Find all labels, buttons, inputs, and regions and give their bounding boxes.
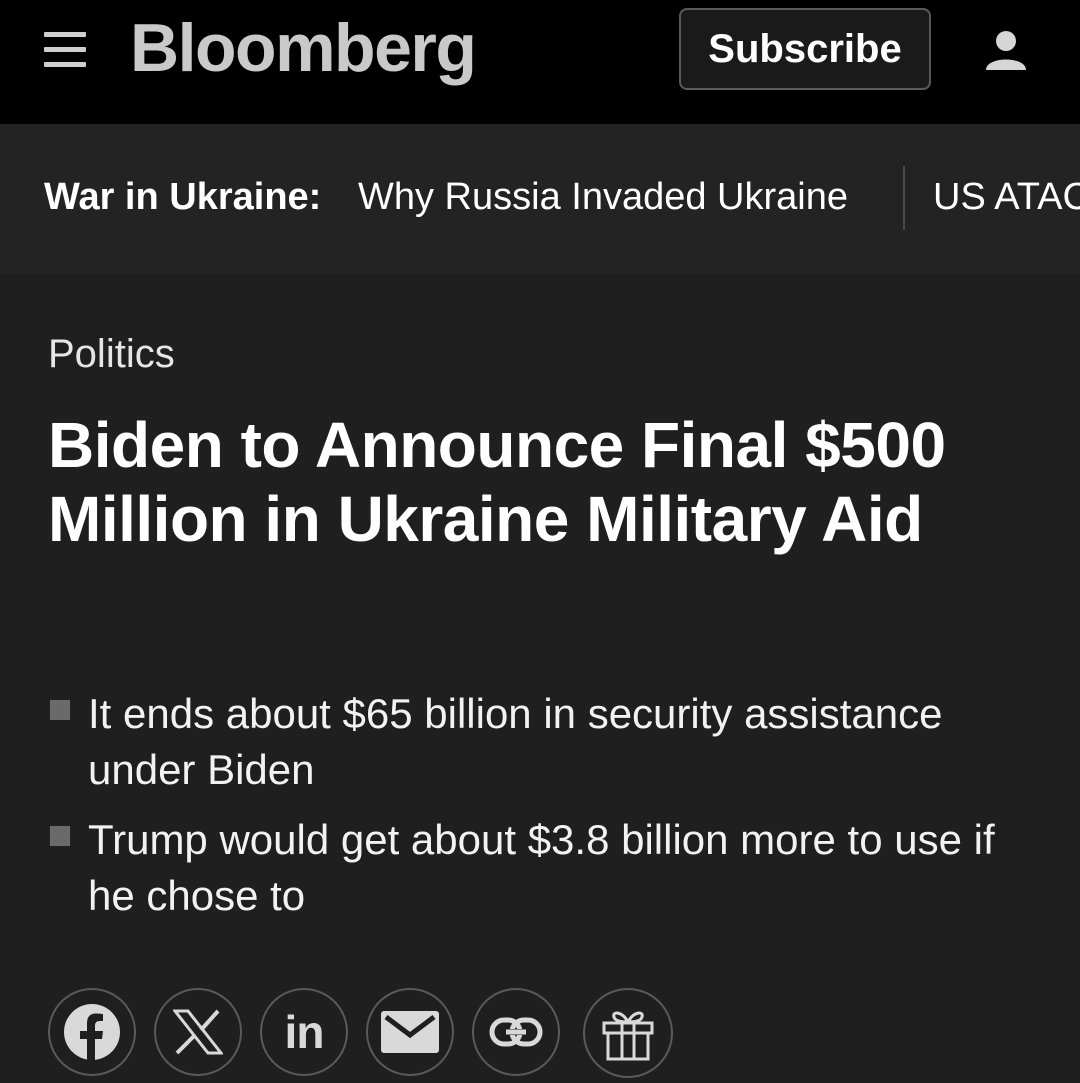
- bloomberg-logo[interactable]: Bloomberg: [130, 8, 477, 88]
- email-icon: [381, 1011, 439, 1053]
- top-bar: Bloomberg Subscribe: [0, 0, 1080, 124]
- article-summary-list: It ends about $65 billion in security as…: [48, 686, 1048, 938]
- facebook-icon: [64, 1004, 120, 1061]
- share-email-button[interactable]: [366, 988, 454, 1076]
- share-x-button[interactable]: [154, 988, 242, 1076]
- ticker-link-russia-invaded[interactable]: Why Russia Invaded Ukraine: [358, 176, 848, 219]
- user-icon[interactable]: [984, 28, 1028, 72]
- share-linkedin-button[interactable]: in: [260, 988, 348, 1076]
- bullet-square-icon: [50, 826, 70, 846]
- gift-icon: [602, 1011, 654, 1061]
- x-icon: [173, 1009, 223, 1055]
- summary-bullet-text: Trump would get about $3.8 billion more …: [88, 816, 995, 919]
- subscribe-button[interactable]: Subscribe: [679, 8, 931, 90]
- linkedin-icon: in: [284, 1006, 325, 1058]
- summary-bullet: Trump would get about $3.8 billion more …: [48, 812, 1048, 924]
- share-copy-link-button[interactable]: [472, 988, 560, 1076]
- summary-bullet-text: It ends about $65 billion in security as…: [88, 690, 943, 793]
- share-facebook-button[interactable]: [48, 988, 136, 1076]
- topic-ticker: War in Ukraine: Why Russia Invaded Ukrai…: [0, 124, 1080, 274]
- bullet-square-icon: [50, 700, 70, 720]
- ticker-divider: [903, 166, 905, 230]
- article-category[interactable]: Politics: [48, 332, 175, 377]
- menu-icon[interactable]: [44, 30, 86, 68]
- link-icon: [489, 1017, 543, 1047]
- share-gift-button[interactable]: [583, 988, 673, 1078]
- summary-bullet: It ends about $65 billion in security as…: [48, 686, 1048, 798]
- ticker-link-us-atac[interactable]: US ATAC: [933, 176, 1080, 219]
- ticker-label: War in Ukraine:: [44, 176, 322, 218]
- article-headline: Biden to Announce Final $500 Million in …: [48, 409, 946, 555]
